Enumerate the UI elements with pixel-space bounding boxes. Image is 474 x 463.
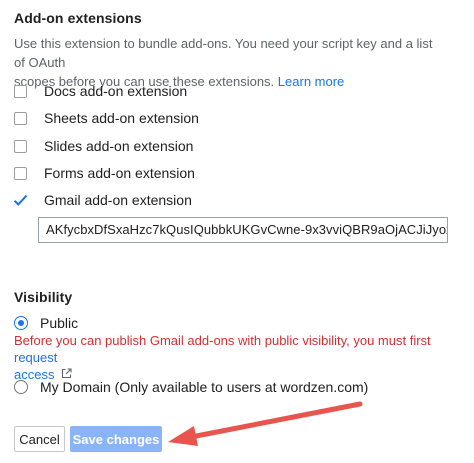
warning-text: Before you can publish Gmail add-ons wit… [14,333,431,348]
check-icon [13,194,28,206]
addon-settings-panel: Add-on extensions Use this extension to … [0,0,474,463]
sheets-checkbox-label: Sheets add-on extension [44,110,199,126]
forms-checkbox-label: Forms add-on extension [44,165,195,181]
script-key-input[interactable]: AKfycbxDfSxaHzc7kQusIQubbkUKGvCwne-9x3vv… [38,217,448,243]
docs-checkbox[interactable] [14,84,27,98]
save-changes-button[interactable]: Save changes [70,426,162,452]
visibility-title: Visibility [14,289,73,305]
checkbox-row-gmail[interactable]: Gmail add-on extension [13,190,192,210]
forms-checkbox[interactable] [14,166,27,180]
addon-extensions-title: Add-on extensions [14,10,142,26]
sheets-checkbox[interactable] [14,111,27,125]
slides-checkbox-label: Slides add-on extension [44,138,194,154]
docs-checkbox-label: Docs add-on extension [44,83,188,99]
description-text-line1: Use this extension to bundle add-ons. Yo… [14,36,433,70]
public-radio-label: Public [40,315,79,331]
checkbox-row-forms[interactable]: Forms add-on extension [14,163,195,183]
checkbox-row-slides[interactable]: Slides add-on extension [14,136,193,156]
cancel-button[interactable]: Cancel [14,426,65,452]
gmail-checkbox-label: Gmail add-on extension [44,192,192,208]
public-visibility-warning: Before you can publish Gmail add-ons wit… [14,332,454,383]
my-domain-radio[interactable] [14,380,28,394]
radio-row-public[interactable]: Public [14,313,78,333]
annotation-arrow-icon [168,401,363,446]
slides-checkbox[interactable] [14,139,27,153]
request-access-link-part1[interactable]: request [14,350,57,365]
public-radio[interactable] [14,316,28,330]
gmail-checkbox[interactable] [13,193,28,207]
learn-more-link[interactable]: Learn more [278,74,344,89]
checkbox-row-docs[interactable]: Docs add-on extension [14,81,187,101]
checkbox-row-sheets[interactable]: Sheets add-on extension [14,108,199,128]
